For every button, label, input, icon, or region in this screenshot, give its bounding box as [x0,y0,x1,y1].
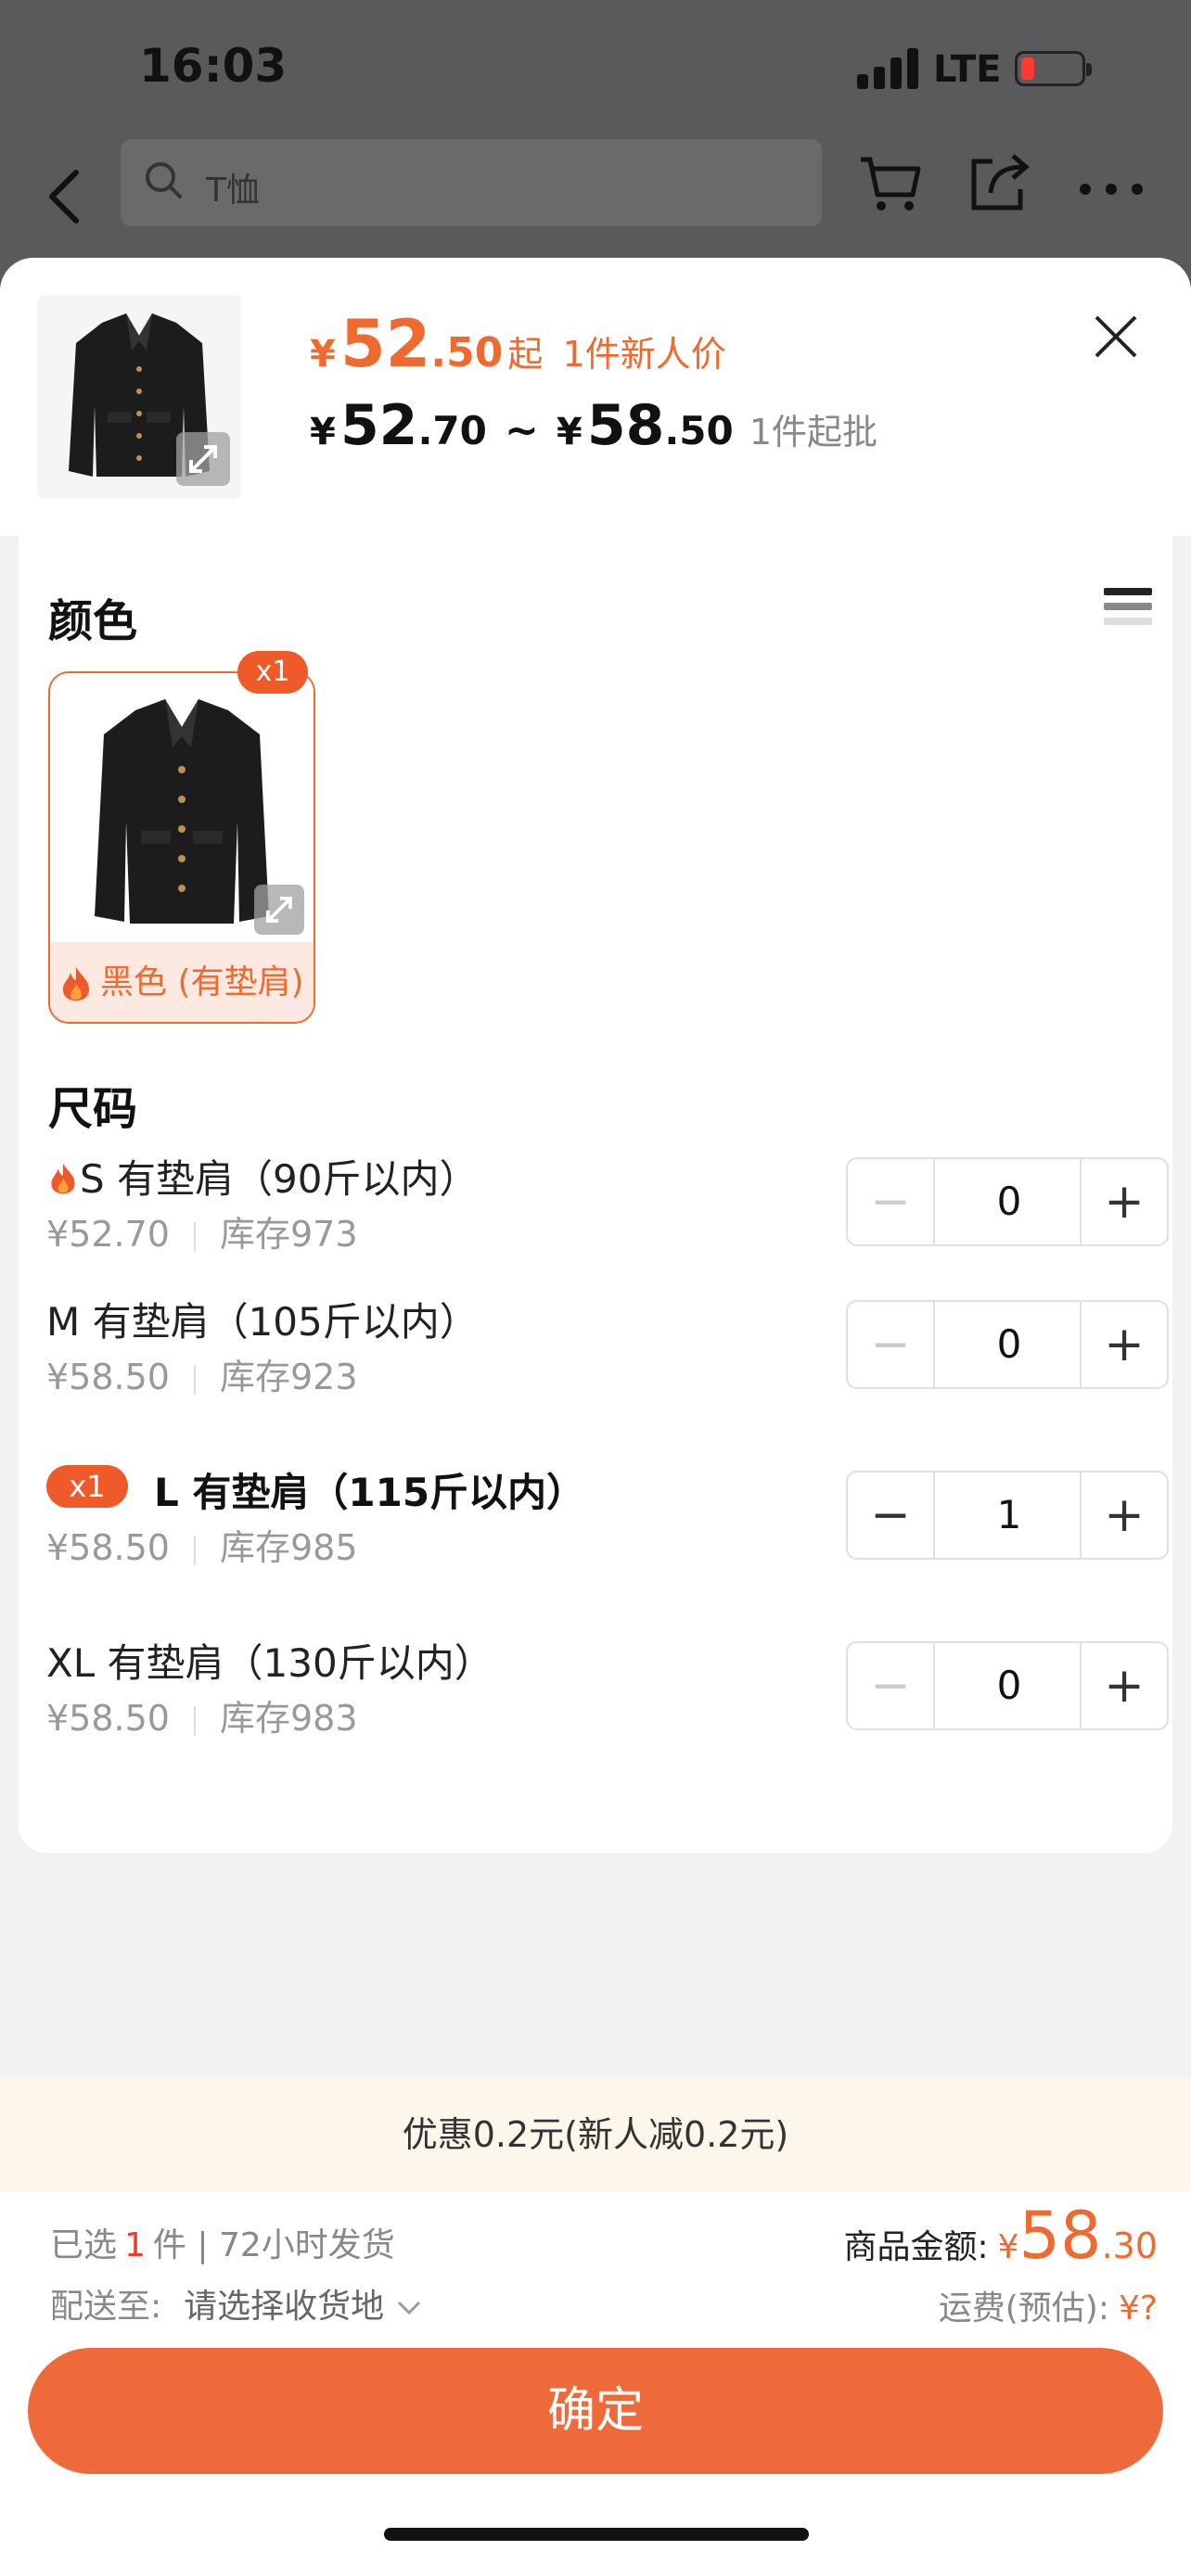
search-input[interactable]: T恤 [121,139,822,226]
size-row-l: x1 L 有垫肩（115斤以内） ¥58.50 库存985 − 1 + [46,1461,1169,1591]
quantity-value[interactable]: 0 [935,1643,1083,1728]
home-indicator [384,2528,809,2541]
expand-icon[interactable] [254,885,304,935]
color-option-image [50,673,314,942]
fire-icon [51,1163,75,1194]
cart-icon[interactable] [855,147,926,217]
promo-price: ¥ 52.50 起 1件新人价 [310,306,726,382]
options-card: 颜色 黑色 (有垫肩) x1 尺码 S 有垫肩（90斤以内） ¥52.70 库存… [19,536,1172,1853]
min-order-label: 1件起批 [749,412,878,453]
list-view-icon[interactable] [1104,588,1152,632]
color-qty-badge: x1 [237,651,308,694]
network-label: LTE [933,48,1002,91]
delivery-selector[interactable]: 配送至: 请选择收货地 [50,2279,423,2327]
status-bar: 16:03 LTE [0,0,1191,139]
fire-icon [63,967,89,1001]
chevron-down-icon [398,2301,421,2315]
size-meta: ¥58.50 库存983 [46,1698,358,1739]
decrement-button[interactable]: − [848,1473,935,1558]
selected-summary: 已选 1 件 | 72小时发货 [50,2226,395,2264]
size-name: M 有垫肩（105斤以内） [46,1299,479,1345]
size-name: S 有垫肩（90斤以内） [46,1148,478,1205]
price-range: ¥ 52.70 ~ ¥ 58.50 1件起批 [310,393,878,458]
goods-amount: 商品金额: ¥58.30 [843,2198,1158,2274]
signal-icon [857,48,922,89]
shipping-estimate: 运费(预估): ¥? [938,2289,1158,2327]
decrement-button[interactable]: − [848,1302,935,1387]
checkout-footer: 已选 1 件 | 72小时发货 配送至: 请选择收货地 商品金额: ¥58.30 运费(… [0,2192,1191,2576]
more-icon[interactable] [1076,147,1146,217]
size-meta: ¥58.50 库存985 [46,1527,358,1568]
size-name: XL 有垫肩（130斤以内） [46,1640,493,1686]
quantity-stepper[interactable]: − 0 + [846,1641,1169,1730]
top-nav: T恤 [0,139,1191,269]
back-icon[interactable] [41,159,93,234]
size-meta: ¥52.70 库存973 [46,1214,358,1255]
increment-button[interactable]: + [1080,1643,1167,1728]
expand-icon[interactable] [176,432,230,486]
increment-button[interactable]: + [1080,1302,1167,1387]
size-row-m: M 有垫肩（105斤以内） ¥58.50 库存923 − 0 + [46,1291,1169,1421]
battery-icon [1015,51,1092,86]
discount-banner: 优惠0.2元(新人减0.2元) [0,2077,1191,2192]
sku-sheet: ¥ 52.50 起 1件新人价 ¥ 52.70 ~ ¥ 58.50 1件起批 颜… [0,258,1191,2576]
size-section-title: 尺码 [48,1083,138,1135]
new-user-price-label: 1件新人价 [562,334,726,375]
size-row-xl: XL 有垫肩（130斤以内） ¥58.50 库存983 − 0 + [46,1632,1169,1762]
share-icon[interactable] [965,147,1035,217]
decrement-button[interactable]: − [848,1643,935,1728]
increment-button[interactable]: + [1080,1159,1167,1244]
size-qty-badge: x1 [46,1465,128,1508]
search-icon [146,162,182,198]
confirm-button[interactable]: 确定 [28,2348,1163,2474]
increment-button[interactable]: + [1080,1473,1167,1558]
search-placeholder: T恤 [206,172,260,210]
quantity-value[interactable]: 1 [935,1473,1083,1558]
sheet-header: ¥ 52.50 起 1件新人价 ¥ 52.70 ~ ¥ 58.50 1件起批 [0,258,1191,536]
quantity-value[interactable]: 0 [935,1302,1083,1387]
quantity-stepper[interactable]: − 0 + [846,1157,1169,1246]
close-icon[interactable] [1083,304,1148,369]
size-row-s: S 有垫肩（90斤以内） ¥52.70 库存973 − 0 + [46,1148,1169,1278]
quantity-value[interactable]: 0 [935,1159,1083,1244]
product-thumbnail[interactable] [37,295,241,499]
decrement-button[interactable]: − [848,1159,935,1244]
quantity-stepper[interactable]: − 0 + [846,1300,1169,1389]
color-option-black[interactable]: 黑色 (有垫肩) [48,671,315,1024]
background-page: 16:03 LTE T恤 [0,0,1191,287]
status-time: 16:03 [139,39,288,93]
quantity-stepper[interactable]: − 1 + [846,1471,1169,1560]
color-section-title: 颜色 [48,595,138,647]
size-name: L 有垫肩（115斤以内） [154,1470,586,1515]
size-meta: ¥58.50 库存923 [46,1357,358,1397]
color-option-label: 黑色 (有垫肩) [50,942,314,1022]
